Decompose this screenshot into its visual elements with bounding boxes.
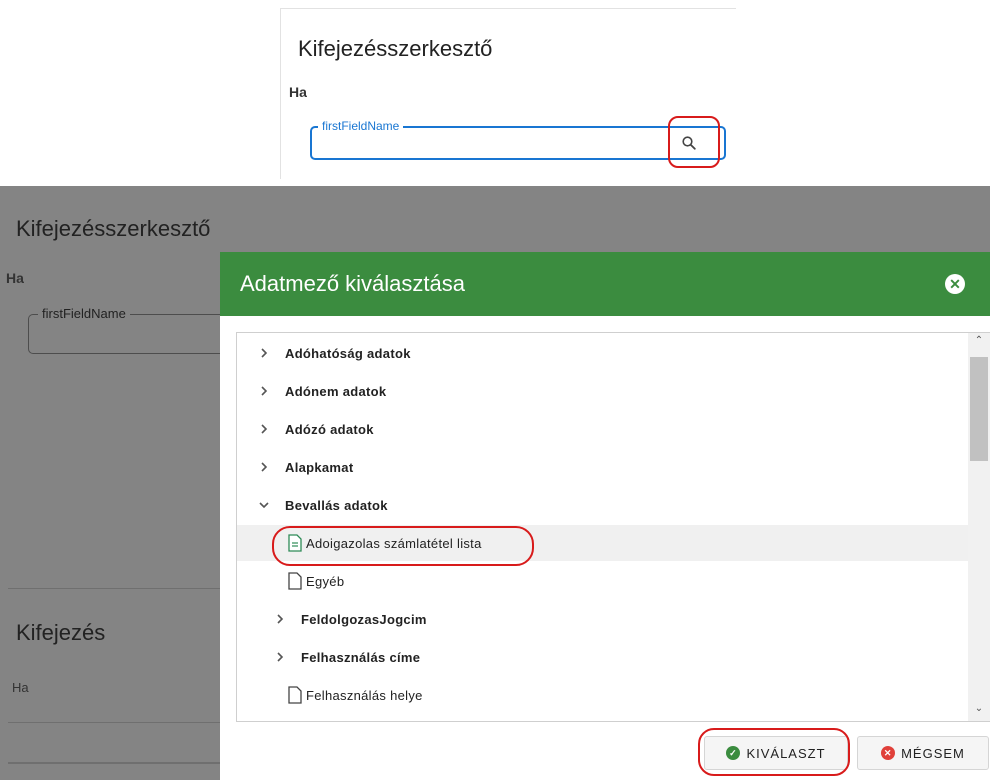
- chevron-right-icon[interactable]: [257, 384, 271, 398]
- bg-condition-label: Ha: [6, 270, 24, 286]
- top-page-title: Kifejezésszerkesztő: [298, 36, 493, 61]
- top-condition-label: Ha: [289, 84, 307, 100]
- tree-group-item[interactable]: Adónem adatok: [237, 373, 985, 409]
- document-lines-icon: [287, 534, 303, 552]
- cancel-circle-icon: ✕: [881, 746, 896, 760]
- bg-divider: [8, 762, 220, 764]
- bg-expression-title: Kifejezés: [16, 620, 106, 645]
- field-select-dialog: Adatmező kiválasztása ✕ Adóhatóság adato…: [220, 252, 990, 780]
- tree-item-label: Egyéb: [306, 573, 345, 589]
- scroll-down-icon[interactable]: ⌄: [968, 703, 990, 719]
- tree-item-label: FeldolgozasJogcim: [301, 611, 427, 627]
- tree-item-label: Adónem adatok: [285, 383, 387, 399]
- select-button-label: KIVÁLASZT: [746, 745, 826, 761]
- bg-divider: [8, 588, 220, 589]
- tree-leaf-item[interactable]: Egyéb: [237, 563, 990, 599]
- chevron-right-icon[interactable]: [257, 422, 271, 436]
- select-button[interactable]: ✓ KIVÁLASZT: [704, 736, 848, 770]
- tree-item-label: Adóhatóság adatok: [285, 345, 411, 361]
- tree-group-item[interactable]: Bevallás adatok: [237, 487, 985, 523]
- chevron-right-icon[interactable]: [273, 612, 287, 626]
- tree-scrollbar[interactable]: ⌃ ⌄: [968, 333, 990, 721]
- dialog-header: Adatmező kiválasztása ✕: [220, 252, 990, 316]
- tree-group-item[interactable]: Adózó adatok: [237, 411, 985, 447]
- field-tree: Adóhatóság adatok Adónem adatok Adózó adat…: [236, 332, 990, 722]
- tree-group-item[interactable]: Felhasználás címe: [237, 639, 990, 675]
- chevron-down-icon[interactable]: [257, 498, 271, 512]
- tree-group-item[interactable]: Adóhatóság adatok: [237, 335, 985, 371]
- close-icon[interactable]: ✕: [945, 274, 965, 294]
- cancel-button-label: MÉGSEM: [901, 745, 965, 761]
- tree-item-label: Alapkamat: [285, 459, 354, 475]
- document-icon: [287, 686, 303, 704]
- scroll-up-icon[interactable]: ⌃: [968, 335, 990, 351]
- tree-item-label: Adoigazolas számlatétel lista: [306, 535, 482, 551]
- bg-expression-condition: Ha: [12, 680, 29, 695]
- scroll-thumb[interactable]: [970, 357, 988, 461]
- tree-item-label: Adózó adatok: [285, 421, 374, 437]
- dialog-title: Adatmező kiválasztása: [240, 271, 465, 296]
- bg-divider: [8, 722, 220, 723]
- check-circle-icon: ✓: [726, 746, 741, 760]
- tree-item-label: Bevallás adatok: [285, 497, 388, 513]
- tree-item-label: Felhasználás helye: [306, 687, 423, 703]
- chevron-right-icon[interactable]: [257, 346, 271, 360]
- bg-page-title: Kifejezésszerkesztő: [16, 216, 211, 241]
- bg-first-field-label: firstFieldName: [38, 306, 130, 321]
- chevron-right-icon[interactable]: [273, 650, 287, 664]
- tree-item-label: Felhasználás címe: [301, 649, 421, 665]
- tree-group-item[interactable]: FeldolgozasJogcim: [237, 601, 990, 637]
- tree-leaf-item[interactable]: Adoigazolas számlatétel lista: [237, 525, 990, 561]
- chevron-right-icon[interactable]: [257, 460, 271, 474]
- field-search-button[interactable]: [676, 130, 702, 156]
- document-icon: [287, 572, 303, 590]
- cancel-button[interactable]: ✕ MÉGSEM: [857, 736, 989, 770]
- search-icon: [682, 136, 696, 150]
- tree-leaf-item[interactable]: Felhasználás helye: [237, 677, 990, 713]
- tree-group-item[interactable]: Alapkamat: [237, 449, 985, 485]
- first-field-label: firstFieldName: [318, 119, 404, 133]
